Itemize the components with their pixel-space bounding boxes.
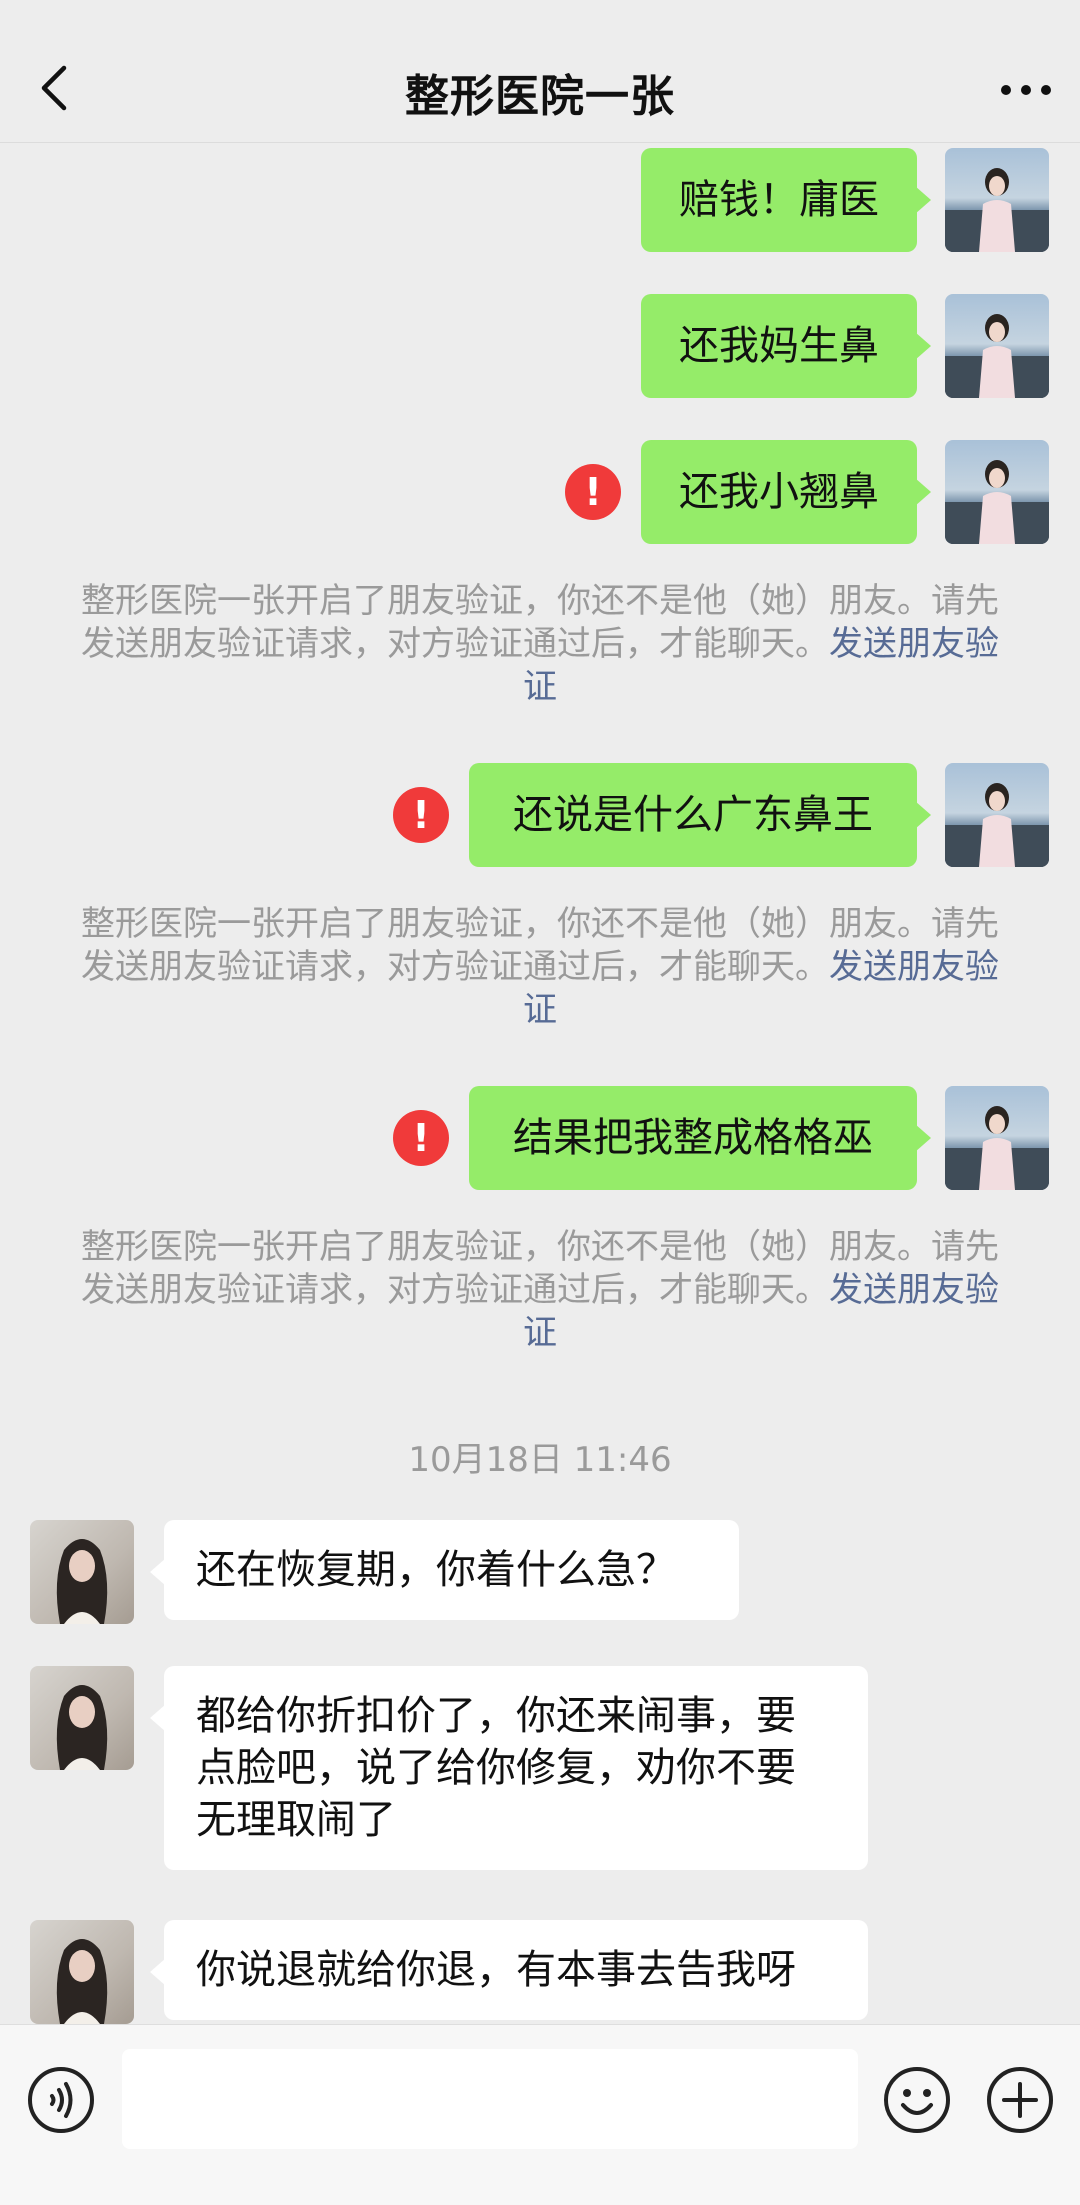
message-text-line: 都给你折扣价了，你还来闹事，要: [196, 1693, 796, 1739]
friend-verification-notice: 整形医院一张开启了朋友验证，你还不是他（她）朋友。请先发送朋友验证请求，对方验证…: [80, 580, 1000, 709]
outgoing-message-bubble[interactable]: 还我妈生鼻: [641, 294, 931, 398]
avatar-photo-icon: [56, 1539, 108, 1624]
message-text-line: 无理取闹了: [196, 1797, 396, 1843]
contact-avatar[interactable]: [30, 1920, 134, 2024]
my-avatar[interactable]: [945, 148, 1049, 252]
message-text-line: 还在恢复期，你着什么急？: [196, 1547, 676, 1593]
more-functions-button[interactable]: [985, 2065, 1055, 2135]
message-input-bar: [0, 2024, 1080, 2205]
message-text-line: 点脸吧，说了给你修复，劝你不要: [196, 1745, 796, 1791]
friend-verification-notice: 整形医院一张开启了朋友验证，你还不是他（她）朋友。请先发送朋友验证请求，对方验证…: [80, 1226, 1000, 1355]
incoming-message-bubble[interactable]: 还在恢复期，你着什么急？: [150, 1520, 739, 1620]
voice-icon: [28, 2067, 94, 2133]
outgoing-message-bubble[interactable]: 还我小翘鼻: [641, 440, 931, 544]
my-avatar[interactable]: [945, 763, 1049, 867]
contact-avatar[interactable]: [30, 1520, 134, 1624]
chat-title: 整形医院一张: [405, 71, 675, 122]
outgoing-message-bubble[interactable]: 还说是什么广东鼻王: [469, 763, 931, 867]
send-failed-icon[interactable]: !: [393, 1110, 449, 1166]
my-avatar[interactable]: [945, 294, 1049, 398]
contact-avatar[interactable]: [30, 1666, 134, 1770]
avatar-photo-icon: [945, 168, 1049, 252]
message-input[interactable]: [122, 2049, 858, 2149]
chat-message-list[interactable]: 赔钱！庸医 还我妈生鼻 ! 还我小翘鼻 整形医院一张开启了朋友验证，你还不是他（…: [0, 144, 1080, 2024]
incoming-message-bubble[interactable]: 你说退就给你退，有本事去告我呀: [150, 1920, 868, 2020]
my-avatar[interactable]: [945, 1086, 1049, 1190]
top-nav-bar: 整形医院一张: [0, 0, 1080, 143]
plus-icon: [987, 2067, 1053, 2133]
incoming-message-bubble[interactable]: 都给你折扣价了，你还来闹事，要 点脸吧，说了给你修复，劝你不要 无理取闹了: [150, 1666, 868, 1870]
my-avatar[interactable]: [945, 440, 1049, 544]
outgoing-message-bubble[interactable]: 结果把我整成格格巫: [469, 1086, 931, 1190]
message-timestamp: 10月18日 11:46: [408, 1440, 672, 1480]
avatar-photo-icon: [945, 460, 1049, 544]
send-failed-icon[interactable]: !: [565, 464, 621, 520]
avatar-photo-icon: [945, 1106, 1049, 1190]
avatar-photo-icon: [56, 1685, 108, 1770]
avatar-photo-icon: [945, 314, 1049, 398]
more-button[interactable]: [996, 70, 1056, 110]
send-failed-icon[interactable]: !: [393, 787, 449, 843]
outgoing-message-bubble[interactable]: 赔钱！庸医: [641, 148, 931, 252]
avatar-photo-icon: [56, 1939, 108, 2024]
emoji-button[interactable]: [882, 2065, 952, 2135]
voice-button[interactable]: [26, 2065, 96, 2135]
more-dots-icon: [1001, 85, 1051, 95]
friend-verification-notice: 整形医院一张开启了朋友验证，你还不是他（她）朋友。请先发送朋友验证请求，对方验证…: [80, 903, 1000, 1032]
avatar-photo-icon: [945, 783, 1049, 867]
emoji-icon: [884, 2067, 950, 2133]
message-text-line: 你说退就给你退，有本事去告我呀: [196, 1947, 796, 1993]
